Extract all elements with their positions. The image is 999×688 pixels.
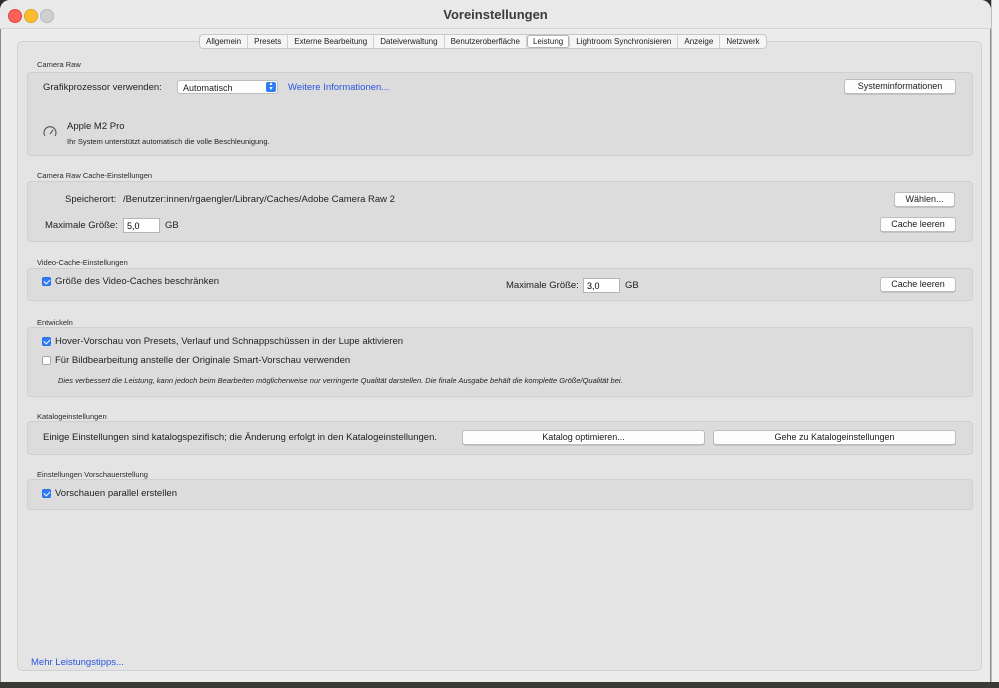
tab-allgemein[interactable]: Allgemein [200,35,249,48]
limit-video-cache-checkbox[interactable] [42,277,51,286]
parallel-previews-checkbox[interactable] [42,489,51,498]
tab-externe-bearbeitung[interactable]: Externe Bearbeitung [288,35,375,48]
develop-note: Dies verbessert die Leistung, kann jedoc… [58,376,623,385]
tab-dateiverwaltung[interactable]: Dateiverwaltung [374,35,445,48]
gpu-name: Apple M2 Pro [67,121,125,132]
window-title: Voreinstellungen [443,7,548,22]
more-info-link[interactable]: Weitere Informationen... [288,82,389,93]
video-max-size-input[interactable] [583,278,620,293]
gpu-label: Grafikprozessor verwenden: [43,82,162,93]
optimize-catalog-button[interactable]: Katalog optimieren... [462,430,705,445]
video-cache-section-title: Video-Cache-Einstellungen [37,258,128,267]
cache-location-value: /Benutzer:innen/rgaengler/Library/Caches… [123,194,395,205]
tab-lightroom-synchronisieren[interactable]: Lightroom Synchronisieren [570,35,679,48]
develop-section-title: Entwickeln [37,318,73,327]
tab-presets[interactable]: Presets [248,35,289,48]
choose-location-button[interactable]: Wählen... [894,192,955,207]
cache-group [27,181,973,242]
tab-leistung[interactable]: Leistung [526,35,571,48]
clear-video-cache-button[interactable]: Cache leeren [880,277,956,292]
gpu-select[interactable]: Automatisch ▴ ▾ [177,80,278,94]
hover-preview-label: Hover-Vorschau von Presets, Verlauf und … [55,336,404,347]
cache-max-size-label: Maximale Größe: [45,220,118,231]
cache-unit: GB [165,220,179,231]
tab-netzwerk[interactable]: Netzwerk [720,35,765,48]
preferences-tab-bar: Allgemein Presets Externe Bearbeitung Da… [199,34,767,49]
cache-location-label: Speicherort: [65,194,117,205]
catalog-description: Einige Einstellungen sind katalogspezifi… [43,432,437,443]
camera-raw-section-title: Camera Raw [37,60,81,69]
limit-video-cache-label: Größe des Video-Caches beschränken [55,276,220,287]
chevron-updown-icon: ▴ ▾ [266,81,276,92]
clear-cache-button[interactable]: Cache leeren [880,217,956,232]
title-bar: Voreinstellungen [0,0,991,29]
gpu-select-value: Automatisch [183,83,233,93]
system-info-button[interactable]: Systeminformationen [844,79,956,94]
preview-section-title: Einstellungen Vorschauerstellung [37,470,148,479]
cache-max-size-input[interactable] [123,218,160,233]
smart-preview-checkbox[interactable] [42,356,51,365]
cache-section-title: Camera Raw Cache-Einstellungen [37,171,153,180]
parallel-previews-label: Vorschauen parallel erstellen [55,488,177,499]
tab-benutzeroberflaeche[interactable]: Benutzeroberfläche [445,35,527,48]
smart-preview-label: Für Bildbearbeitung anstelle der Origina… [55,355,351,366]
catalog-section-title: Katalogeinstellungen [37,412,107,421]
background-window-edge [991,0,999,688]
gpu-status: Ihr System unterstützt automatisch die v… [67,137,270,146]
video-max-size-label: Maximale Größe: [506,280,579,291]
video-cache-unit: GB [625,280,639,291]
goto-catalog-settings-button[interactable]: Gehe zu Katalogeinstellungen [713,430,956,445]
preferences-window: Voreinstellungen Allgemein Presets Exter… [0,0,991,688]
performance-tips-link[interactable]: Mehr Leistungstipps... [31,657,124,668]
tab-anzeige[interactable]: Anzeige [678,35,721,48]
speedometer-icon [43,126,57,137]
desktop-background-strip [0,682,999,688]
hover-preview-checkbox[interactable] [42,337,51,346]
